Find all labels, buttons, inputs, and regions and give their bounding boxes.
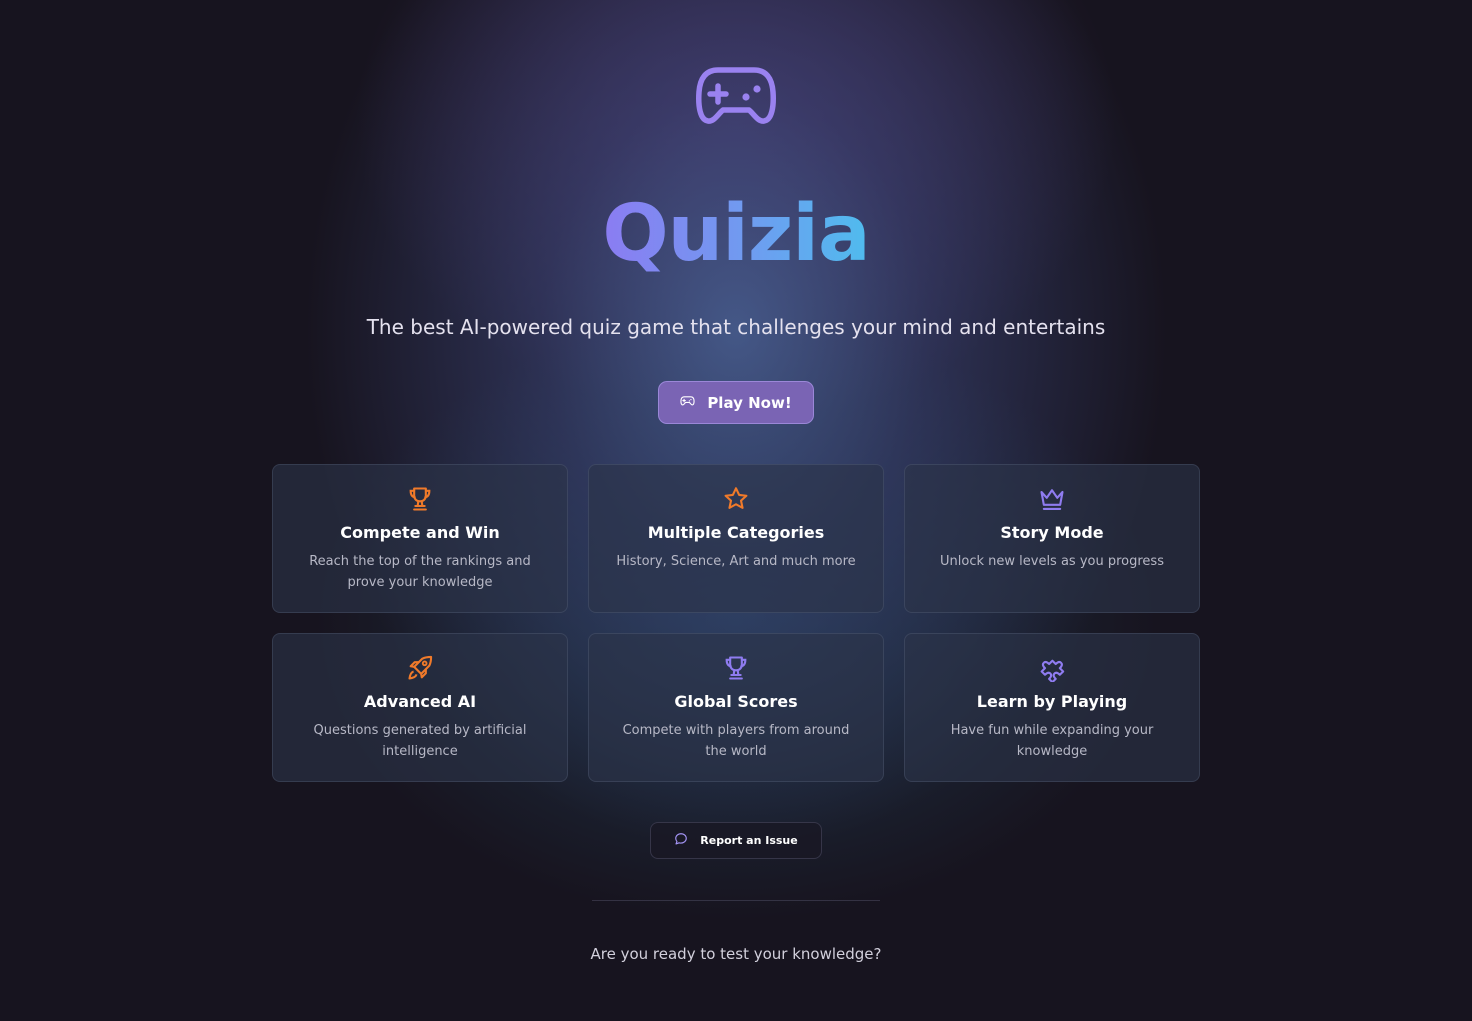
feature-card-advanced-ai: Advanced AI Questions generated by artif… (272, 633, 568, 782)
feature-title: Compete and Win (340, 523, 500, 542)
feature-title: Learn by Playing (976, 692, 1128, 711)
gamepad-icon (680, 393, 695, 412)
gamepad-icon (696, 64, 776, 128)
feature-description: Unlock new levels as you progress (940, 554, 1164, 569)
feature-card-story-mode: Story Mode Unlock new levels as you prog… (904, 464, 1200, 613)
feature-description: History, Science, Art and much more (616, 554, 856, 569)
feature-card-categories: Multiple Categories History, Science, Ar… (588, 464, 884, 613)
feature-title: Multiple Categories (647, 523, 825, 542)
play-now-button[interactable]: Play Now! (658, 381, 814, 424)
landing-page: Quizia The best AI-powered quiz game tha… (0, 0, 1472, 1021)
puzzle-icon (1038, 654, 1066, 684)
footer-divider (592, 900, 880, 901)
trophy-icon (722, 654, 750, 682)
feature-title: Story Mode (1000, 523, 1104, 542)
app-title: Quizia (0, 188, 1472, 280)
feature-title: Global Scores (674, 692, 798, 711)
report-issue-button[interactable]: Report an Issue (650, 822, 822, 859)
feature-card-learn: Learn by Playing Have fun while expandin… (904, 633, 1200, 782)
feature-card-compete: Compete and Win Reach the top of the ran… (272, 464, 568, 613)
play-now-label: Play Now! (707, 393, 792, 412)
feature-grid: Compete and Win Reach the top of the ran… (272, 464, 1200, 782)
app-title-text: Quizia (602, 189, 870, 279)
feature-description: Reach the top of the rankings and prove … (309, 554, 531, 590)
star-icon (722, 485, 750, 513)
trophy-icon (406, 485, 434, 513)
footer-prompt: Are you ready to test your knowledge? (590, 945, 882, 963)
feature-title: Advanced AI (363, 692, 477, 711)
feature-card-global-scores: Global Scores Compete with players from … (588, 633, 884, 782)
crown-icon (1038, 485, 1066, 513)
feature-description: Compete with players from around the wor… (622, 723, 850, 759)
feature-description: Have fun while expanding your knowledge (950, 723, 1154, 759)
report-issue-label: Report an Issue (700, 834, 798, 847)
message-circle-icon (674, 832, 688, 849)
app-tagline: The best AI-powered quiz game that chall… (366, 315, 1106, 339)
feature-description: Questions generated by artificial intell… (313, 723, 527, 759)
rocket-icon (406, 654, 434, 682)
